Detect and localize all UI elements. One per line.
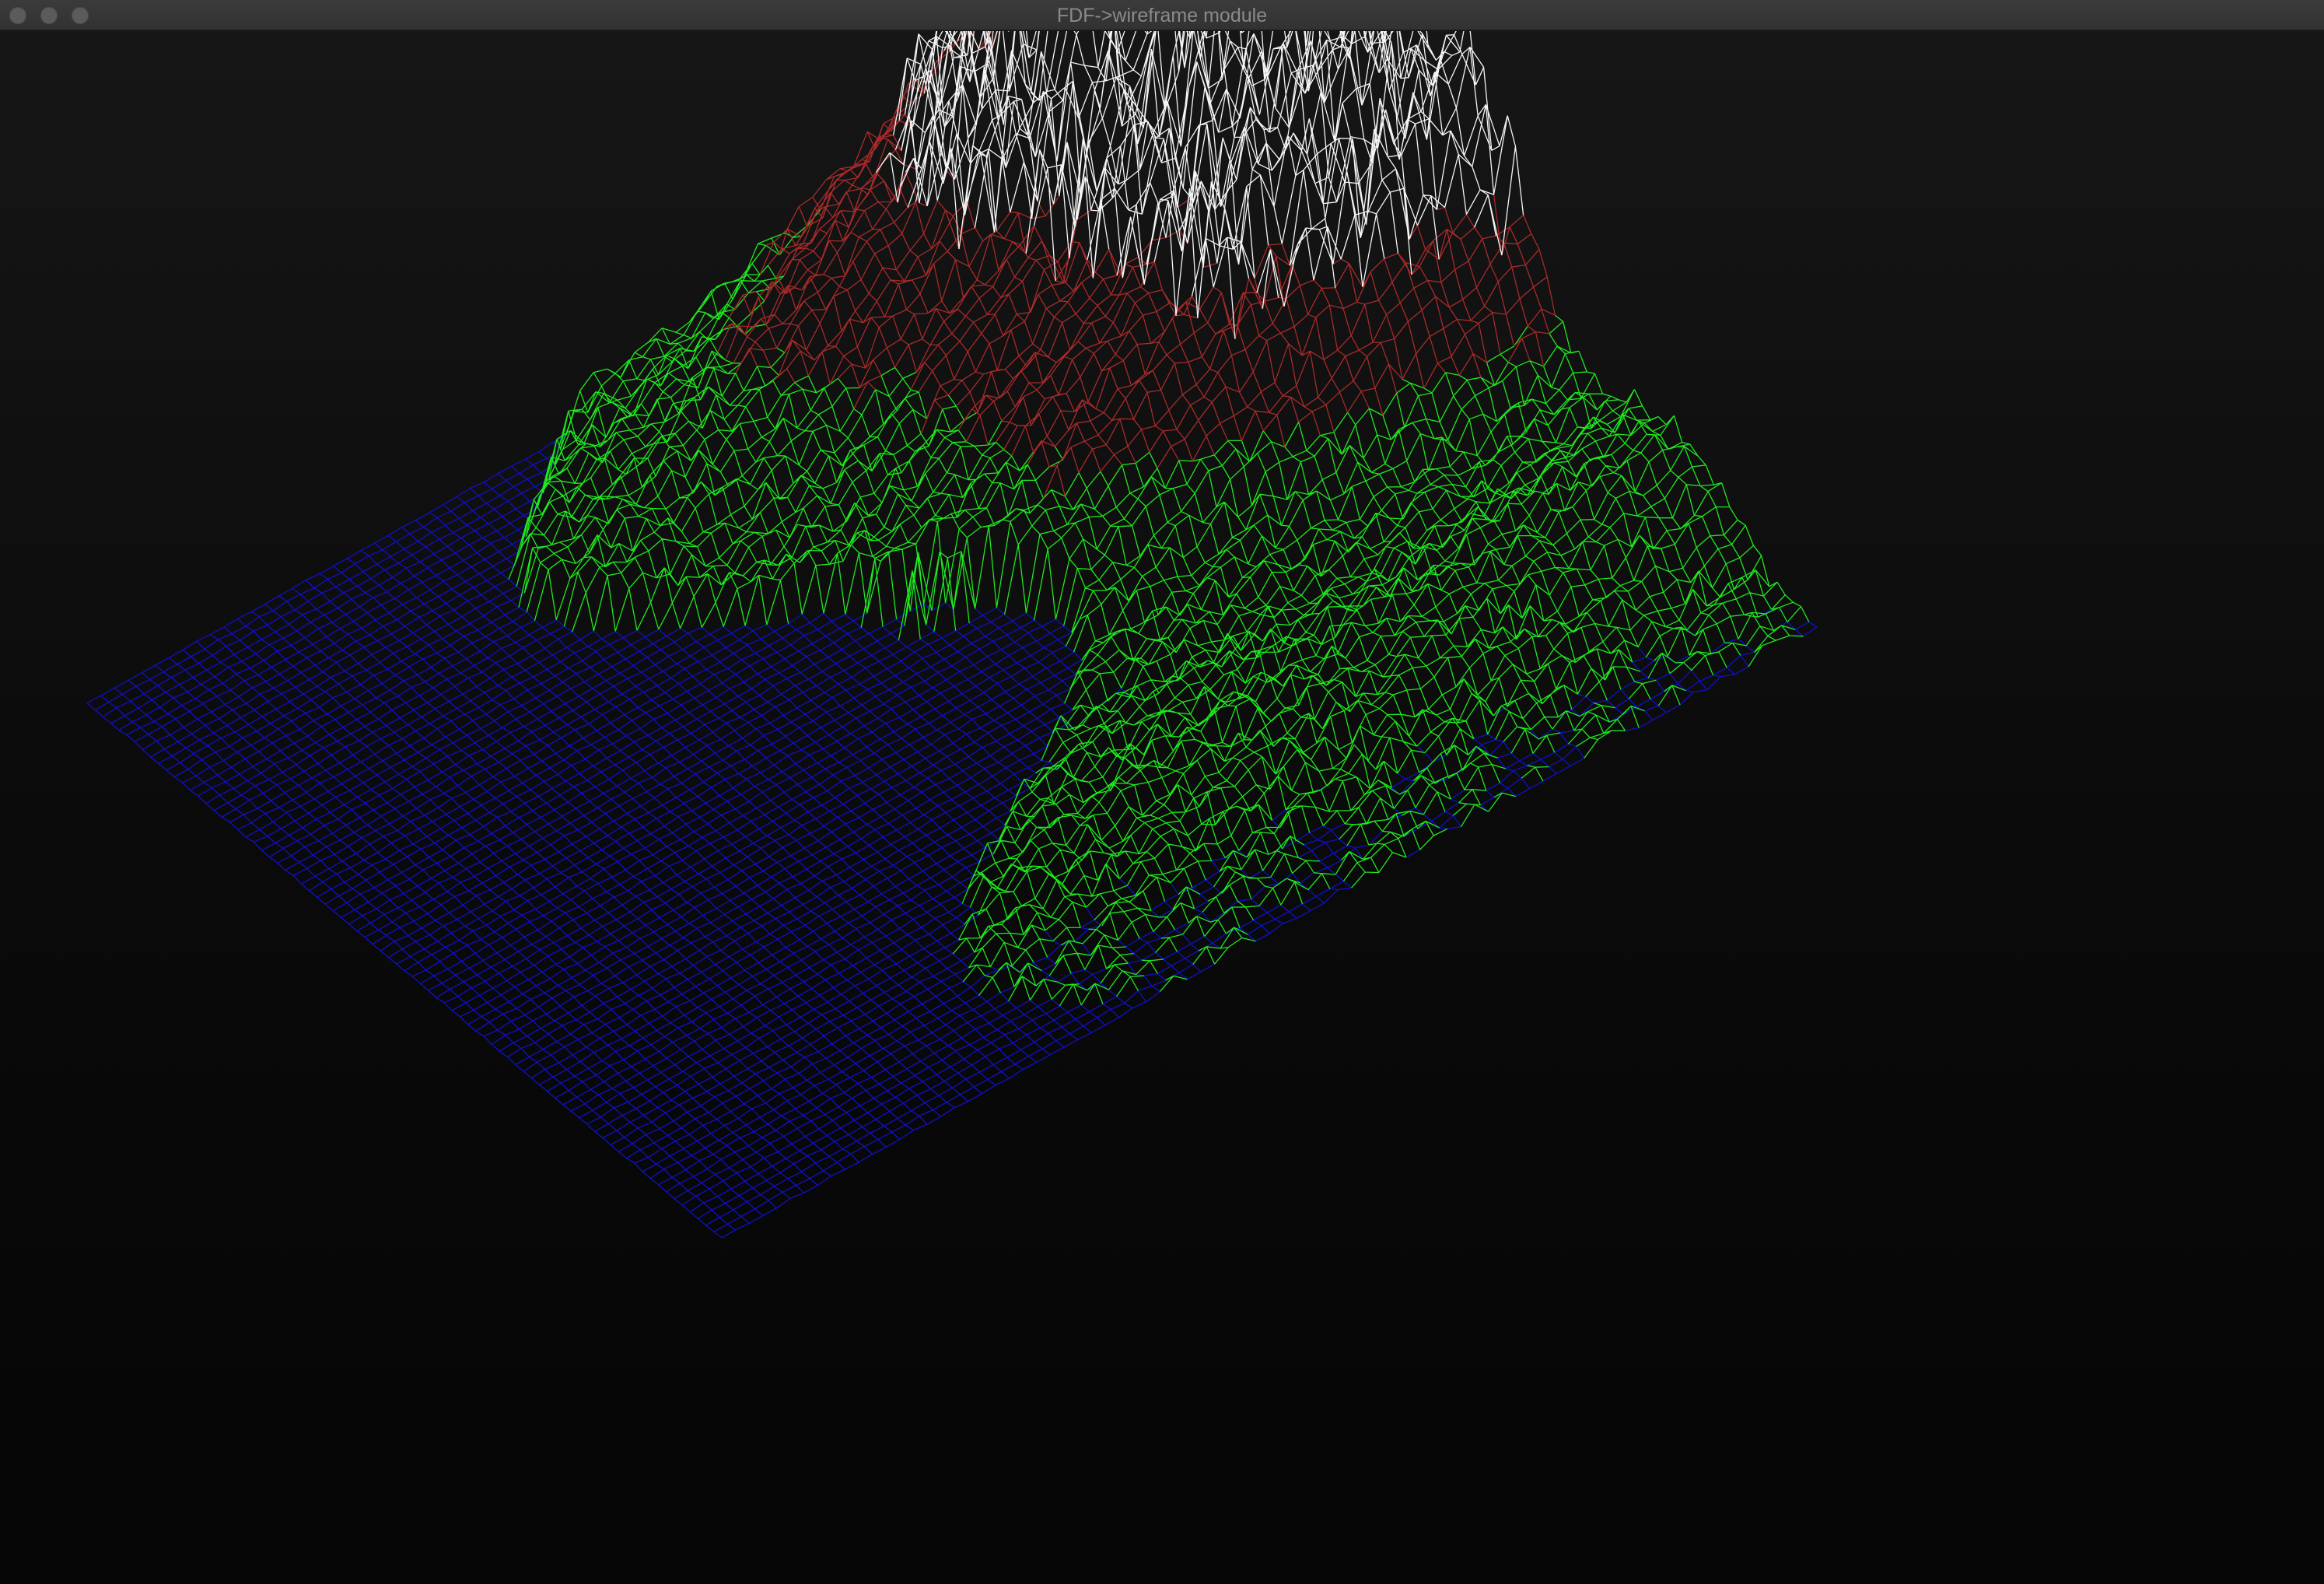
- wireframe-render: [86, 31, 1818, 1239]
- title-bar[interactable]: FDF->wireframe module: [0, 0, 2324, 31]
- app-window: FDF->wireframe module: [0, 0, 2324, 1584]
- render-viewport[interactable]: [0, 31, 2324, 1584]
- window-title: FDF->wireframe module: [1056, 5, 1268, 26]
- mesh-lines: [86, 31, 1818, 1239]
- land-mesh: [508, 209, 1810, 1007]
- peak-mesh: [875, 31, 1524, 339]
